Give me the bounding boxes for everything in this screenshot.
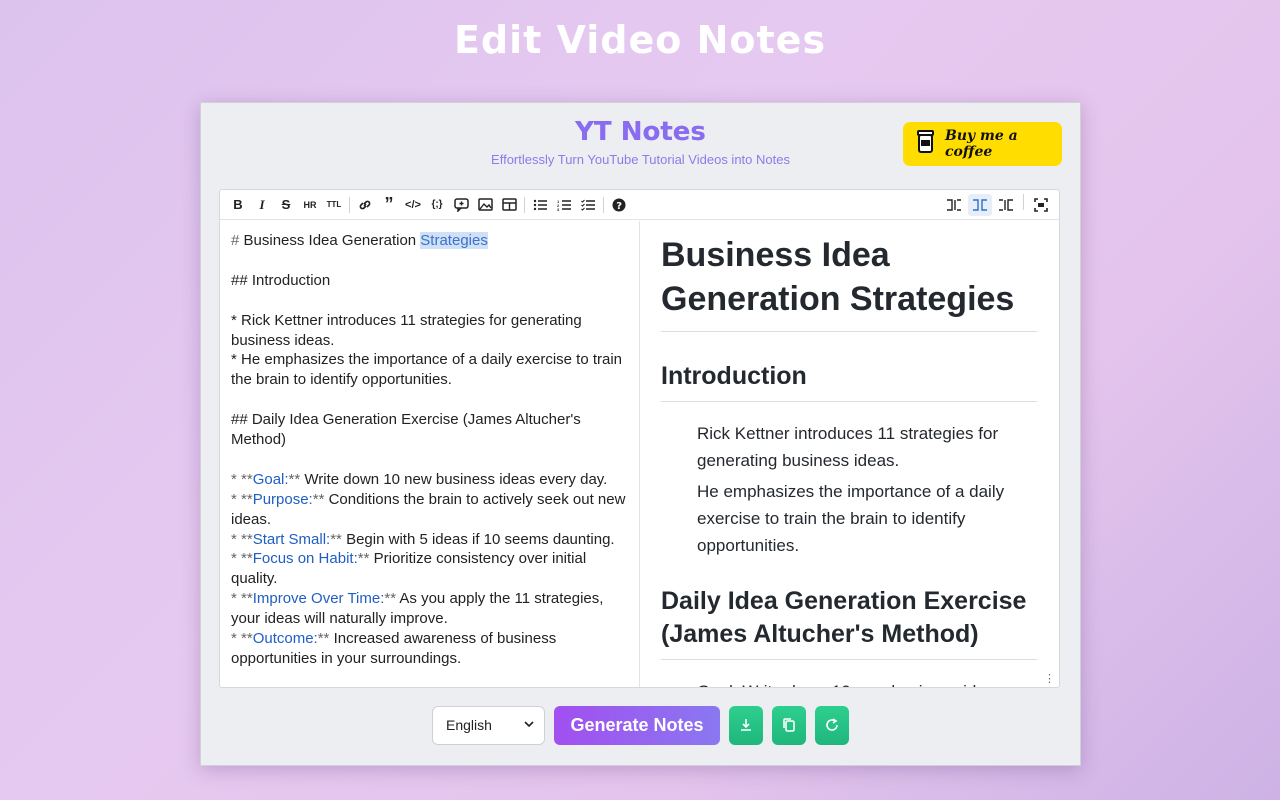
- svg-text:?: ?: [616, 201, 622, 212]
- item-key: Focus on Habit:: [252, 550, 358, 568]
- source-h2-intro: ## Introduction: [231, 271, 331, 289]
- language-select[interactable]: English: [432, 705, 545, 745]
- resize-handle-icon[interactable]: ⋮: [1044, 672, 1055, 685]
- bullet-mark: * **: [231, 590, 253, 608]
- bold-mark: **: [317, 630, 330, 648]
- preview-h2-daily: Daily Idea Generation Exercise (James Al…: [661, 585, 1037, 660]
- bold-mark: **: [288, 470, 301, 488]
- preview-h2-intro: Introduction: [661, 360, 1037, 402]
- edit-only-view-icon[interactable]: [942, 194, 966, 216]
- source-list-item: * **Outcome:** Increased awareness of bu…: [231, 629, 628, 669]
- source-list-item: * **Start Small:** Begin with 5 ideas if…: [231, 530, 628, 550]
- code-icon[interactable]: </>: [401, 194, 425, 216]
- split-view-icon[interactable]: [968, 194, 992, 216]
- link-icon[interactable]: [353, 194, 377, 216]
- toolbar-divider: [603, 196, 604, 213]
- language-value: English: [446, 717, 492, 733]
- source-list-item: * **Focus on Habit:** Prioritize consist…: [231, 549, 628, 589]
- source-list-item: * **Goal:** Write down 10 new business i…: [231, 470, 628, 490]
- download-icon: [741, 719, 751, 731]
- horizontal-rule-button[interactable]: HR: [298, 194, 322, 216]
- selected-text: Strategies: [420, 232, 488, 249]
- preview-h1: Business Idea Generation Strategies: [661, 233, 1037, 332]
- title-button[interactable]: TTL: [322, 194, 346, 216]
- preview-only-view-icon[interactable]: [994, 194, 1018, 216]
- markdown-source-pane[interactable]: # Business Idea Generation Strategies ##…: [220, 221, 640, 687]
- toolbar-divider: [1023, 194, 1024, 210]
- help-icon[interactable]: ?: [607, 194, 631, 216]
- page-heading: Edit Video Notes: [453, 18, 827, 62]
- buy-me-a-coffee-button[interactable]: Buy me a coffee: [903, 122, 1062, 166]
- bold-button[interactable]: B: [226, 194, 250, 216]
- toolbar-divider: [524, 196, 525, 213]
- copy-button[interactable]: [772, 705, 806, 745]
- image-icon[interactable]: [473, 194, 497, 216]
- preview-list-item: Goal: Write down 10 new business ideas: [697, 678, 1037, 687]
- view-mode-controls: [942, 194, 1053, 216]
- item-key: Improve Over Time:: [252, 590, 385, 608]
- quote-icon[interactable]: ”: [377, 194, 401, 216]
- editor-toolbar: B I S HR TTL ” </> {;} 123 ?: [220, 190, 1059, 220]
- item-key: Purpose:: [252, 490, 313, 508]
- preview-pane[interactable]: Business Idea Generation Strategies Intr…: [640, 221, 1059, 687]
- markdown-editor: B I S HR TTL ” </> {;} 123 ? # Business …: [219, 189, 1060, 688]
- item-text: Begin with 5 ideas if 10 seems daunting.: [341, 530, 615, 548]
- bold-mark: **: [384, 590, 397, 608]
- bold-mark: **: [312, 490, 325, 508]
- bullet-mark: * **: [231, 470, 253, 488]
- item-key: Start Small:: [252, 530, 331, 548]
- toolbar-divider: [349, 196, 350, 213]
- source-h1-line: # Business Idea Generation Strategies: [231, 231, 628, 251]
- reset-button[interactable]: [815, 705, 849, 745]
- coffee-label: Buy me a coffee: [945, 128, 1018, 160]
- download-button[interactable]: [729, 705, 763, 745]
- preview-list-item: Rick Kettner introduces 11 strategies fo…: [697, 424, 999, 470]
- fullscreen-icon[interactable]: [1029, 194, 1053, 216]
- source-h1-text: Business Idea Generation: [243, 232, 421, 249]
- source-list-item: * **Purpose:** Conditions the brain to a…: [231, 490, 628, 530]
- item-text: Write down 10 new business ideas every d…: [300, 470, 608, 488]
- bold-mark: **: [357, 550, 370, 568]
- bullet-mark: * **: [231, 490, 253, 508]
- strikethrough-button[interactable]: S: [274, 194, 298, 216]
- app-window: YT Notes Effortlessly Turn YouTube Tutor…: [200, 102, 1081, 766]
- italic-button[interactable]: I: [250, 194, 274, 216]
- refresh-icon: [826, 718, 838, 731]
- coffee-cup-icon: [917, 129, 937, 160]
- app-header: YT Notes Effortlessly Turn YouTube Tutor…: [201, 103, 1080, 189]
- bullet-mark: * **: [231, 550, 253, 568]
- source-intro-item: * He emphasizes the importance of a dail…: [231, 351, 623, 389]
- bold-mark: **: [330, 530, 342, 548]
- code-block-icon[interactable]: {;}: [425, 194, 449, 216]
- generate-notes-button[interactable]: Generate Notes: [554, 705, 720, 745]
- chevron-down-icon: [523, 717, 535, 733]
- item-key: Outcome:: [252, 630, 318, 648]
- copy-icon: [783, 718, 795, 732]
- bottom-action-bar: English Generate Notes: [201, 704, 1080, 746]
- source-intro-item: * Rick Kettner introduces 11 strategies …: [231, 311, 582, 349]
- svg-text:3: 3: [557, 207, 560, 211]
- preview-daily-list: Goal: Write down 10 new business ideas: [661, 678, 1037, 687]
- item-key: Goal:: [252, 470, 289, 488]
- comment-icon[interactable]: [449, 194, 473, 216]
- unordered-list-icon[interactable]: [528, 194, 552, 216]
- preview-list-item: He emphasizes the importance of a daily …: [697, 482, 1005, 555]
- checklist-icon[interactable]: [576, 194, 600, 216]
- heading-mark: #: [231, 232, 244, 249]
- editor-panes: # Business Idea Generation Strategies ##…: [220, 221, 1059, 687]
- ordered-list-icon[interactable]: 123: [552, 194, 576, 216]
- source-list-item: * **Improve Over Time:** As you apply th…: [231, 589, 628, 629]
- bullet-mark: * **: [231, 630, 253, 648]
- source-h2-daily: ## Daily Idea Generation Exercise (James…: [231, 411, 581, 449]
- bullet-mark: * **: [231, 530, 253, 548]
- preview-intro-list: Rick Kettner introduces 11 strategies fo…: [661, 420, 1037, 559]
- table-icon[interactable]: [497, 194, 521, 216]
